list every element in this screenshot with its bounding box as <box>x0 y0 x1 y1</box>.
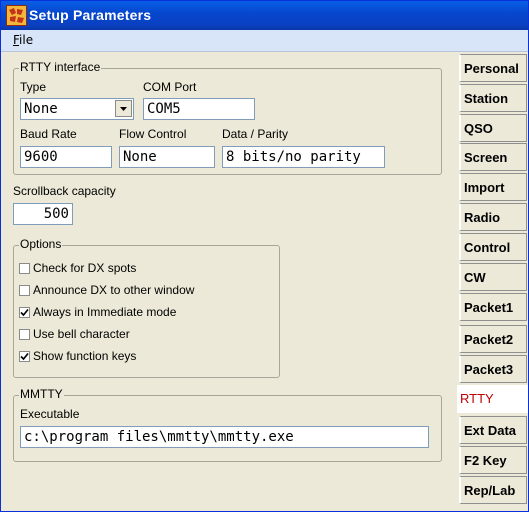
tab-control[interactable]: Control <box>459 233 527 261</box>
scrollback-label: Scrollback capacity <box>13 184 116 198</box>
com-port-label: COM Port <box>143 80 197 94</box>
menu-bar: File <box>1 30 528 52</box>
mmtty-legend: MMTTY <box>19 387 64 401</box>
tab-rtty[interactable]: RTTY <box>457 385 528 413</box>
chevron-down-icon[interactable] <box>115 100 132 117</box>
tab-screen[interactable]: Screen <box>459 143 527 171</box>
executable-label: Executable <box>20 407 80 421</box>
data-parity-label: Data / Parity <box>222 127 289 141</box>
title-bar[interactable]: Setup Parameters <box>1 1 528 30</box>
type-select-value: None <box>24 101 58 117</box>
com-port-input[interactable]: COM5 <box>143 98 255 120</box>
window-title: Setup Parameters <box>29 7 152 23</box>
option-label: Always in Immediate mode <box>33 305 177 319</box>
flow-control-label: Flow Control <box>119 127 187 141</box>
menu-file[interactable]: File <box>13 33 33 47</box>
mmtty-group: MMTTY Executable c:\program files\mmtty\… <box>13 387 442 462</box>
tab-radio[interactable]: Radio <box>459 203 527 231</box>
data-parity-input[interactable]: 8 bits/no parity <box>222 146 385 168</box>
tab-station[interactable]: Station <box>459 84 527 112</box>
setup-tabs: Personal Station QSO Screen Import Radio… <box>457 52 528 511</box>
rtty-interface-legend: RTTY interface <box>19 60 102 74</box>
checkbox[interactable] <box>19 307 30 318</box>
options-group: Options Check for DX spots Announce DX t… <box>13 237 280 378</box>
checkbox[interactable] <box>19 263 30 274</box>
setup-parameters-window: Setup Parameters File RTTY interface Typ… <box>0 0 529 512</box>
tab-import[interactable]: Import <box>459 173 527 201</box>
tab-packet1[interactable]: Packet1 <box>459 293 527 321</box>
tab-packet2[interactable]: Packet2 <box>459 325 527 353</box>
baud-rate-input[interactable]: 9600 <box>20 146 112 168</box>
flow-control-input[interactable]: None <box>119 146 215 168</box>
scrollback-input[interactable]: 500 <box>13 203 73 225</box>
tab-personal[interactable]: Personal <box>459 54 527 82</box>
tab-ext-data[interactable]: Ext Data <box>459 416 527 444</box>
checkbox[interactable] <box>19 285 30 296</box>
options-legend: Options <box>19 237 63 251</box>
tab-packet3[interactable]: Packet3 <box>459 355 527 383</box>
option-label: Show function keys <box>33 349 137 363</box>
tab-f2-key[interactable]: F2 Key <box>459 446 527 474</box>
option-label: Announce DX to other window <box>33 283 195 297</box>
checkbox[interactable] <box>19 329 30 340</box>
baud-rate-label: Baud Rate <box>20 127 77 141</box>
rtty-interface-group: RTTY interface Type None COM Port COM5 B… <box>13 60 442 175</box>
executable-path-input[interactable]: c:\program files\mmtty\mmtty.exe <box>20 426 429 448</box>
tab-qso[interactable]: QSO <box>459 114 527 142</box>
option-label: Use bell character <box>33 327 130 341</box>
type-label: Type <box>20 80 47 94</box>
checkbox[interactable] <box>19 351 30 362</box>
tab-rep-lab[interactable]: Rep/Lab <box>459 476 527 504</box>
menu-file-label: ile <box>19 33 34 47</box>
type-select[interactable]: None <box>20 98 134 120</box>
app-logo-icon <box>6 5 27 26</box>
rtty-settings-panel: RTTY interface Type None COM Port COM5 B… <box>1 52 457 511</box>
option-label: Check for DX spots <box>33 261 137 275</box>
tab-cw[interactable]: CW <box>459 263 527 291</box>
